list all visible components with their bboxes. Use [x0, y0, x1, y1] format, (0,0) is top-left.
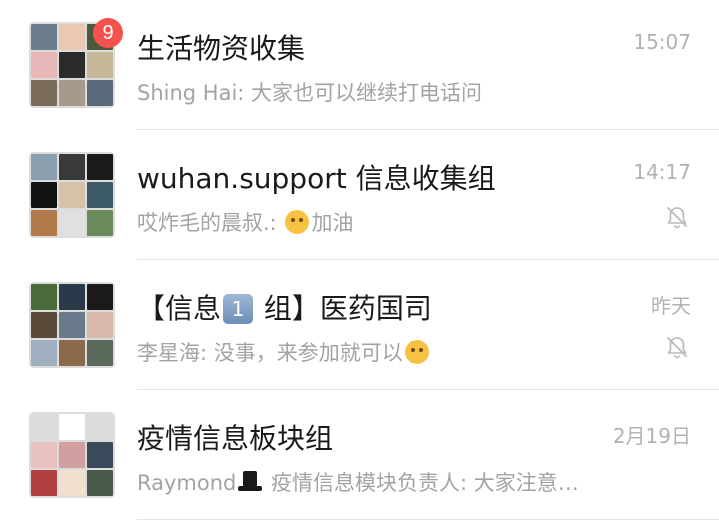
member-avatar	[59, 284, 85, 310]
group-avatar	[29, 152, 115, 238]
unread-badge: 9	[93, 18, 123, 48]
member-avatar	[87, 470, 113, 496]
member-avatar	[31, 284, 57, 310]
member-avatar	[87, 80, 113, 106]
chat-row-shenghuo-wuzi[interactable]: 9 生活物资收集 Shing Hai: 大家也可以继续打电话问 15:07	[0, 0, 719, 130]
member-avatar	[31, 24, 57, 50]
member-avatar	[87, 154, 113, 180]
member-avatar	[59, 154, 85, 180]
chat-row-wuhan-support[interactable]: wuhan.support 信息收集组 哎炸毛的晨叔.: 加油 14:17	[0, 130, 719, 260]
preview-sender: 哎炸毛的晨叔.:	[137, 211, 284, 235]
member-avatar	[59, 312, 85, 338]
member-avatar	[31, 154, 57, 180]
chat-time: 14:17	[633, 160, 691, 184]
member-avatar	[31, 340, 57, 366]
preview-sender: Raymond	[137, 471, 237, 495]
member-avatar	[59, 80, 85, 106]
member-avatar	[59, 414, 85, 440]
member-avatar	[87, 210, 113, 236]
member-avatar	[31, 312, 57, 338]
group-avatar	[29, 282, 115, 368]
chat-title: 生活物资收集	[137, 32, 306, 65]
title-suffix: 组】医药国司	[255, 292, 432, 325]
chat-row-yiqing-bankuai[interactable]: 疫情信息板块组 Raymond 疫情信息模块负责人: 大家注意… 2月19日	[0, 390, 719, 520]
member-avatar	[59, 340, 85, 366]
member-avatar	[59, 210, 85, 236]
chat-time: 2月19日	[612, 424, 691, 448]
chat-preview: 哎炸毛的晨叔.: 加油	[137, 207, 353, 237]
title-prefix: 【信息	[137, 292, 222, 325]
member-avatar	[87, 414, 113, 440]
bell-off-icon	[666, 206, 688, 229]
member-avatar	[87, 340, 113, 366]
preview-text: 疫情信息模块负责人: 大家注意…	[264, 471, 579, 495]
member-avatar	[59, 442, 85, 468]
chat-preview: Raymond 疫情信息模块负责人: 大家注意…	[137, 467, 579, 497]
member-avatar	[31, 442, 57, 468]
preview-text: 李星海: 没事，来参加就可以	[137, 341, 403, 365]
member-avatar	[59, 52, 85, 78]
member-avatar	[31, 52, 57, 78]
chat-preview: Shing Hai: 大家也可以继续打电话问	[137, 81, 483, 105]
member-avatar	[59, 182, 85, 208]
group-avatar	[29, 412, 115, 498]
chat-list: 9 生活物资收集 Shing Hai: 大家也可以继续打电话问 15:07 wu…	[0, 0, 719, 530]
shushing-face-emoji	[285, 210, 310, 234]
chat-title: 疫情信息板块组	[137, 422, 334, 455]
relieved-face-emoji	[404, 340, 429, 364]
member-avatar	[87, 442, 113, 468]
member-avatar	[87, 182, 113, 208]
member-avatar	[31, 210, 57, 236]
member-avatar	[87, 284, 113, 310]
chat-time: 15:07	[633, 30, 691, 54]
member-avatar	[31, 80, 57, 106]
chat-time: 昨天	[651, 294, 691, 318]
keycap-1-emoji: 1	[223, 294, 254, 324]
member-avatar	[87, 312, 113, 338]
member-avatar	[31, 470, 57, 496]
chat-title: wuhan.support 信息收集组	[137, 162, 496, 195]
row-divider	[137, 519, 719, 520]
top-hat-emoji	[238, 471, 263, 493]
chat-title: 【信息 1 组】医药国司	[137, 287, 432, 327]
member-avatar	[59, 470, 85, 496]
chat-row-xinxi-yiyao[interactable]: 【信息 1 组】医药国司 李星海: 没事，来参加就可以 昨天	[0, 260, 719, 390]
member-avatar	[87, 52, 113, 78]
member-avatar	[59, 24, 85, 50]
member-avatar	[31, 414, 57, 440]
chat-preview: 李星海: 没事，来参加就可以	[137, 337, 431, 367]
member-avatar	[31, 182, 57, 208]
preview-text: 加油	[311, 211, 354, 235]
bell-off-icon	[666, 336, 688, 359]
